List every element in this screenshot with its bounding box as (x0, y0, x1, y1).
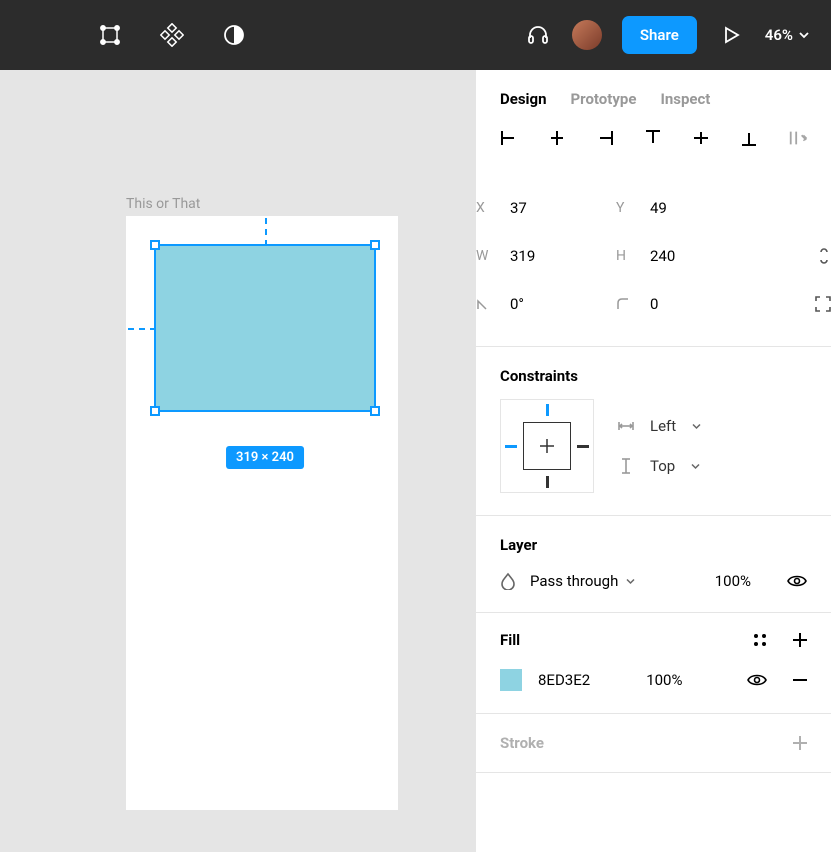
fill-hex-input[interactable]: 8ED3E2 (538, 671, 590, 689)
chevron-down-icon (799, 30, 809, 40)
canvas[interactable]: This or That 319 × 240 (0, 70, 475, 852)
frame-label[interactable]: This or That (126, 196, 200, 212)
mask-icon[interactable] (220, 21, 248, 49)
w-input[interactable]: 319 (510, 247, 535, 265)
w-label: W (476, 248, 492, 264)
tidy-up-icon (788, 128, 808, 148)
stroke-title: Stroke (500, 734, 544, 752)
properties-panel: Design Prototype Inspect X 37 Y 49 W 319 H 2… (475, 70, 831, 852)
h-label: H (616, 248, 632, 264)
independent-corners-icon[interactable] (815, 296, 831, 312)
align-hcenter-icon[interactable] (548, 128, 566, 148)
components-icon[interactable] (158, 21, 186, 49)
chevron-down-icon (626, 577, 635, 586)
avatar[interactable] (572, 20, 602, 50)
share-button[interactable]: Share (622, 16, 697, 54)
vertical-icon (618, 458, 634, 474)
frame[interactable]: 319 × 240 (126, 216, 398, 810)
fill-color-swatch[interactable] (500, 669, 522, 691)
dimension-badge: 319 × 240 (226, 446, 304, 469)
x-label: X (476, 200, 492, 216)
resize-handle-tl[interactable] (150, 240, 160, 250)
constraint-horizontal-dropdown[interactable]: Left (618, 417, 701, 435)
align-top-icon[interactable] (644, 128, 662, 148)
constrain-proportions-icon[interactable] (817, 246, 831, 266)
constraint-vertical-dropdown[interactable]: Top (618, 457, 701, 475)
layer-opacity-input[interactable]: 100% (715, 572, 751, 590)
selected-rectangle[interactable]: 319 × 240 (154, 244, 376, 412)
resize-handle-bl[interactable] (150, 406, 160, 416)
zoom-value: 46% (765, 26, 793, 44)
tab-prototype[interactable]: Prototype (571, 90, 637, 108)
blend-mode-value: Pass through (530, 572, 618, 590)
align-bottom-icon[interactable] (740, 128, 758, 148)
radius-icon (616, 297, 632, 311)
layer-title: Layer (500, 516, 807, 568)
constraints-title: Constraints (500, 347, 807, 399)
visibility-toggle-icon[interactable] (787, 574, 807, 588)
fill-title: Fill (500, 631, 520, 649)
edit-object-icon[interactable] (96, 21, 124, 49)
constraint-horizontal-value: Left (650, 417, 676, 435)
guide-horizontal (128, 328, 156, 330)
align-right-icon[interactable] (596, 128, 614, 148)
horizontal-icon (618, 421, 634, 431)
rotation-icon (476, 297, 492, 311)
chevron-down-icon (691, 462, 700, 471)
rotation-input[interactable]: 0° (510, 295, 524, 313)
chevron-down-icon (692, 422, 701, 431)
align-vcenter-icon[interactable] (692, 128, 710, 148)
align-left-icon[interactable] (500, 128, 518, 148)
present-icon[interactable] (717, 21, 745, 49)
constraint-vertical-value: Top (650, 457, 675, 475)
x-input[interactable]: 37 (510, 199, 527, 217)
h-input[interactable]: 240 (650, 247, 675, 265)
audio-icon[interactable] (524, 21, 552, 49)
fill-opacity-input[interactable]: 100% (646, 671, 682, 689)
tab-inspect[interactable]: Inspect (660, 90, 710, 108)
y-input[interactable]: 49 (650, 199, 667, 217)
radius-input[interactable]: 0 (650, 295, 658, 313)
zoom-control[interactable]: 46% (765, 26, 809, 44)
fill-visibility-icon[interactable] (747, 673, 767, 687)
blend-mode-dropdown[interactable]: Pass through (530, 572, 635, 590)
tab-design[interactable]: Design (500, 90, 547, 108)
add-fill-icon[interactable] (793, 633, 807, 647)
blend-mode-icon (500, 572, 516, 590)
guide-vertical (265, 218, 267, 246)
resize-handle-br[interactable] (370, 406, 380, 416)
resize-handle-tr[interactable] (370, 240, 380, 250)
constraints-widget[interactable] (500, 399, 594, 493)
y-label: Y (616, 200, 632, 216)
remove-fill-icon[interactable] (793, 673, 807, 687)
fill-styles-icon[interactable] (753, 633, 767, 647)
add-stroke-icon[interactable] (793, 736, 807, 750)
